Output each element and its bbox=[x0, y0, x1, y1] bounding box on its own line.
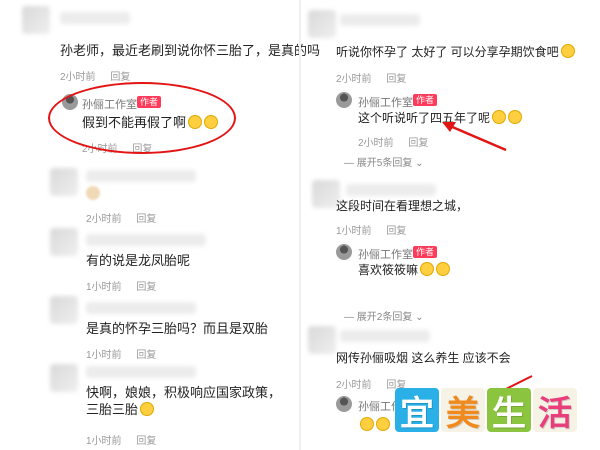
timestamp: 1小时前 bbox=[86, 350, 122, 361]
comment-text: 网传孙俪吸烟 这么养生 应该不会 bbox=[336, 351, 511, 365]
reply-button[interactable]: 回复 bbox=[386, 226, 406, 237]
comment-meta: 1小时前 回复 bbox=[336, 222, 418, 237]
reply-button[interactable]: 回复 bbox=[136, 436, 156, 447]
author-name: 孙俪工作室 bbox=[358, 249, 413, 261]
author-name: 孙俪工作室 bbox=[358, 97, 413, 109]
watermark-char: 美 bbox=[441, 388, 485, 434]
watermark-logo: 宜 美 生 活 bbox=[395, 388, 577, 434]
comment-text: 这段时间在看理想之城， bbox=[336, 199, 469, 213]
expand-replies-button[interactable]: — 展开5条回复 ⌄ bbox=[344, 154, 424, 169]
grimace-face-icon bbox=[508, 110, 523, 124]
grin-face-icon bbox=[376, 417, 390, 431]
timestamp: 1小时前 bbox=[86, 436, 122, 447]
grin-face-icon bbox=[360, 417, 374, 431]
timestamp: 1小时前 bbox=[336, 226, 372, 237]
blurred-username bbox=[86, 234, 206, 246]
author-badge: 作者 bbox=[413, 94, 438, 106]
reply-button[interactable]: 回复 bbox=[136, 282, 156, 293]
author-avatar bbox=[336, 396, 352, 412]
author-avatar bbox=[336, 92, 352, 108]
emoji-row bbox=[358, 416, 390, 434]
laughing-face-icon bbox=[560, 44, 575, 58]
blurred-avatar bbox=[50, 364, 78, 392]
comment-meta: 1小时前 回复 bbox=[86, 278, 168, 293]
expand-replies-button[interactable]: — 展开2条回复 ⌄ bbox=[344, 308, 424, 323]
comment-text: 快啊，娘娘，积极响应国家政策，三胎三胎 bbox=[86, 384, 286, 418]
reply-button[interactable]: 回复 bbox=[136, 350, 156, 361]
comment-text: 听说你怀孕了 太好了 可以分享孕期饮食吧 bbox=[336, 44, 575, 61]
blurred-username bbox=[86, 170, 196, 182]
blurred-username bbox=[346, 184, 436, 196]
reply-button[interactable]: 回复 bbox=[386, 74, 406, 85]
timestamp: 2小时前 bbox=[358, 138, 394, 149]
blurred-username bbox=[86, 366, 196, 378]
comment-body: 快啊，娘娘，积极响应国家政策，三胎三胎 bbox=[86, 385, 282, 417]
watermark-char: 生 bbox=[487, 388, 531, 434]
timestamp: 2小时前 bbox=[336, 74, 372, 85]
reply-text: 喜欢筱筱嘛 bbox=[358, 263, 419, 277]
blurred-username bbox=[340, 330, 430, 342]
timestamp: 2小时前 bbox=[60, 72, 96, 83]
blurred-avatar bbox=[50, 228, 78, 256]
comment-meta: 1小时前 回复 bbox=[86, 346, 168, 361]
reply-button[interactable]: 回复 bbox=[136, 214, 156, 225]
comment-text: 有的说是龙凤胎呢 bbox=[86, 253, 191, 268]
smile-face-icon bbox=[140, 402, 155, 416]
timestamp: 1小时前 bbox=[86, 282, 122, 293]
expand-label: 展开5条回复 bbox=[356, 158, 413, 169]
blurred-avatar bbox=[308, 10, 336, 38]
blurred-emoji-icon bbox=[86, 186, 100, 200]
comment-text: 是真的怀孕三胎吗？而且是双胎 bbox=[86, 321, 269, 336]
blurred-username bbox=[60, 12, 130, 24]
author-reply-text: 喜欢筱筱嘛 bbox=[358, 262, 451, 279]
blurred-avatar bbox=[308, 326, 336, 354]
timestamp: 2小时前 bbox=[336, 380, 372, 391]
right-comment-column: 听说你怀孕了 太好了 可以分享孕期饮食吧 2小时前 回复 孙俪工作室 作者 这个… bbox=[300, 0, 600, 450]
blurred-username bbox=[86, 302, 196, 314]
red-highlight-ellipse bbox=[48, 82, 236, 154]
comment-text: 孙老师，最近老刷到说你怀三胎了，是真的吗 bbox=[60, 43, 321, 58]
reply-meta: 2小时前 回复 bbox=[358, 134, 440, 149]
reply-button[interactable]: 回复 bbox=[110, 72, 130, 83]
comment-meta: 2小时前 回复 bbox=[336, 70, 418, 85]
blurred-username bbox=[340, 14, 420, 26]
comment-meta: 1小时前 回复 bbox=[86, 432, 168, 447]
expand-label: 展开2条回复 bbox=[356, 312, 413, 323]
comment-meta: 2小时前 回复 bbox=[86, 210, 168, 225]
blurred-avatar bbox=[50, 296, 78, 324]
blurred-avatar bbox=[22, 6, 50, 34]
grin-face-icon bbox=[436, 262, 451, 276]
comment-body: 听说你怀孕了 太好了 可以分享孕期饮食吧 bbox=[336, 45, 559, 59]
author-avatar bbox=[336, 244, 352, 260]
grin-face-icon bbox=[420, 262, 435, 276]
blurred-avatar bbox=[50, 168, 78, 196]
red-arrow-annotation bbox=[442, 122, 507, 152]
watermark-char: 活 bbox=[533, 388, 577, 434]
watermark-char: 宜 bbox=[395, 388, 439, 434]
reply-button[interactable]: 回复 bbox=[408, 138, 428, 149]
comment-meta: 2小时前 回复 bbox=[60, 68, 142, 83]
timestamp: 2小时前 bbox=[86, 214, 122, 225]
author-badge: 作者 bbox=[413, 246, 438, 258]
left-comment-column: 孙老师，最近老刷到说你怀三胎了，是真的吗 2小时前 回复 孙俪工作室 作者 假到… bbox=[0, 0, 320, 450]
